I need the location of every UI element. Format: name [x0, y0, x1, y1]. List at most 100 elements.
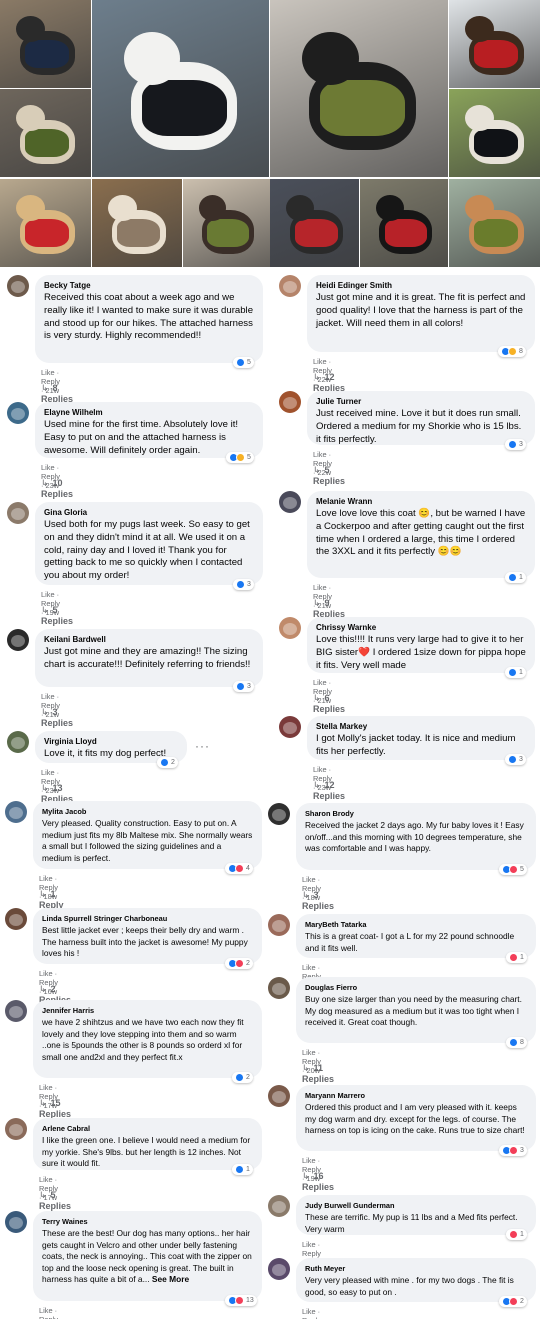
commenter-name[interactable]: Arlene Cabral: [42, 1124, 253, 1133]
view-replies-link[interactable]: ↳ 1 Reply: [39, 889, 64, 910]
avatar[interactable]: [268, 977, 290, 999]
photo-dog-green-jacket-floor[interactable]: [183, 179, 270, 267]
reaction-count[interactable]: 2: [232, 1072, 253, 1083]
commenter-name[interactable]: MaryBeth Tatarka: [305, 920, 527, 929]
commenter-name[interactable]: Melanie Wrann: [316, 497, 526, 506]
love-reaction-icon: [509, 1297, 518, 1306]
view-replies-link[interactable]: ↳ 6 Replies: [313, 693, 345, 714]
comment-actions[interactable]: Like · Reply · 19w: [302, 1307, 321, 1319]
photo-chihuahua-red-jacket[interactable]: [0, 179, 91, 267]
photo-small-dog-red-jacket-snow[interactable]: [449, 0, 540, 88]
photo-shihtzu-fluffy[interactable]: [92, 179, 182, 267]
photo-black-dog-red-jacket-ground[interactable]: [360, 179, 448, 267]
reaction-count[interactable]: 2: [157, 757, 178, 768]
comment-bubble: Keilani Bardwell Just got mine and they a…: [35, 629, 263, 687]
reaction-count[interactable]: 3: [505, 754, 526, 765]
commenter-name[interactable]: Terry Waines: [42, 1217, 253, 1226]
photo-dog-black-coat-porch[interactable]: [0, 0, 91, 88]
reaction-count[interactable]: 1: [505, 667, 526, 678]
avatar[interactable]: [7, 629, 29, 651]
reaction-count[interactable]: 13: [225, 1295, 257, 1306]
commenter-name[interactable]: Jennifer Harris: [42, 1006, 253, 1015]
avatar[interactable]: [7, 731, 29, 753]
avatar[interactable]: [268, 1258, 290, 1280]
view-replies-link[interactable]: ↳ 5 Replies: [313, 465, 345, 486]
commenter-name[interactable]: Gina Gloria: [44, 508, 254, 517]
photo-white-dog-black-jacket[interactable]: [92, 0, 269, 177]
commenter-name[interactable]: Linda Spurrell Stringer Charboneau: [42, 914, 253, 923]
view-replies-link[interactable]: ↳ 10 Replies: [41, 478, 73, 499]
reaction-count[interactable]: 1: [232, 1164, 253, 1175]
reaction-count[interactable]: 3: [233, 681, 254, 692]
view-replies-link[interactable]: ↳ 12 Replies: [313, 780, 345, 801]
view-replies-link[interactable]: ↳ 15 Replies: [39, 1098, 71, 1119]
view-replies-link[interactable]: ↳ 8 Replies: [41, 383, 73, 404]
commenter-name[interactable]: Virginia Lloyd: [44, 737, 178, 746]
avatar[interactable]: [279, 391, 301, 413]
comment-bubble: Chrissy Warnke Love this!!!! It runs very…: [307, 617, 535, 673]
avatar[interactable]: [268, 1085, 290, 1107]
view-replies-link[interactable]: ↳ 3 Replies: [302, 890, 334, 911]
love-reaction-icon: [509, 953, 518, 962]
avatar[interactable]: [268, 914, 290, 936]
commenter-name[interactable]: Keilani Bardwell: [44, 635, 254, 644]
commenter-name[interactable]: Chrissy Warnke: [316, 623, 526, 632]
commenter-name[interactable]: Maryann Marrero: [305, 1091, 527, 1100]
avatar[interactable]: [5, 801, 27, 823]
reaction-count[interactable]: 3: [233, 579, 254, 590]
reaction-count[interactable]: 5: [233, 357, 254, 368]
reaction-count[interactable]: 8: [498, 346, 526, 357]
avatar[interactable]: [7, 502, 29, 524]
view-replies-link[interactable]: ↳ 12 Replies: [313, 372, 345, 393]
view-replies-link[interactable]: ↳ 9 Replies: [313, 598, 345, 619]
comment-actions[interactable]: Like · Reply · 22w: [39, 1306, 58, 1319]
reaction-count[interactable]: 5: [499, 864, 527, 875]
photo-black-dog-green-jacket[interactable]: [270, 0, 448, 177]
commenter-name[interactable]: Heidi Edinger Smith: [316, 281, 526, 290]
commenter-name[interactable]: Ruth Meyer: [305, 1264, 527, 1273]
avatar[interactable]: [7, 275, 29, 297]
avatar[interactable]: [279, 275, 301, 297]
commenter-name[interactable]: Stella Markey: [316, 722, 526, 731]
reaction-count[interactable]: 2: [499, 1296, 527, 1307]
comment-text: Best little jacket ever ; keeps their be…: [42, 925, 248, 959]
avatar[interactable]: [7, 402, 29, 424]
commenter-name[interactable]: Judy Burwell Gunderman: [305, 1201, 527, 1210]
reaction-count[interactable]: 1: [506, 1229, 527, 1240]
reaction-count[interactable]: 1: [506, 952, 527, 963]
view-replies-link[interactable]: ↳ 3 Replies: [41, 707, 73, 728]
commenter-name[interactable]: Becky Tatge: [44, 281, 254, 290]
avatar[interactable]: [5, 1118, 27, 1140]
avatar[interactable]: [279, 617, 301, 639]
photo-poodle-green-jacket[interactable]: [449, 179, 540, 267]
reaction-count[interactable]: 3: [505, 439, 526, 450]
reaction-count[interactable]: 2: [225, 958, 253, 969]
photo-dog-black-jacket-grass[interactable]: [449, 89, 540, 177]
like-reaction-icon: [508, 440, 517, 449]
view-replies-link[interactable]: ↳ 16 Replies: [302, 1171, 334, 1192]
photo-dog-green-jacket-car[interactable]: [0, 89, 91, 177]
see-more-link[interactable]: See More: [152, 1274, 189, 1284]
photo-dogs-red-jacket-couch[interactable]: [270, 179, 359, 267]
commenter-name[interactable]: Sharon Brody: [305, 809, 527, 818]
commenter-name[interactable]: Julie Turner: [316, 397, 526, 406]
reaction-count[interactable]: 3: [499, 1145, 527, 1156]
view-replies-link[interactable]: ↳ 11 Replies: [302, 1063, 334, 1084]
avatar[interactable]: [279, 491, 301, 513]
avatar[interactable]: [5, 908, 27, 930]
view-replies-link[interactable]: ↳ 5 Replies: [39, 1190, 71, 1211]
commenter-name[interactable]: Elayne Wilhelm: [44, 408, 254, 417]
commenter-name[interactable]: Douglas Fierro: [305, 983, 527, 992]
avatar[interactable]: [268, 1195, 290, 1217]
avatar[interactable]: [5, 1211, 27, 1233]
more-options-icon[interactable]: ···: [195, 739, 210, 753]
reaction-count[interactable]: 8: [506, 1037, 527, 1048]
avatar[interactable]: [5, 1000, 27, 1022]
avatar[interactable]: [279, 716, 301, 738]
view-replies-link[interactable]: ↳ 5 Replies: [41, 605, 73, 626]
avatar[interactable]: [268, 803, 290, 825]
reaction-count[interactable]: 1: [505, 572, 526, 583]
reaction-count[interactable]: 4: [225, 863, 253, 874]
reaction-count[interactable]: 5: [226, 452, 254, 463]
commenter-name[interactable]: Mylita Jacob: [42, 807, 253, 816]
